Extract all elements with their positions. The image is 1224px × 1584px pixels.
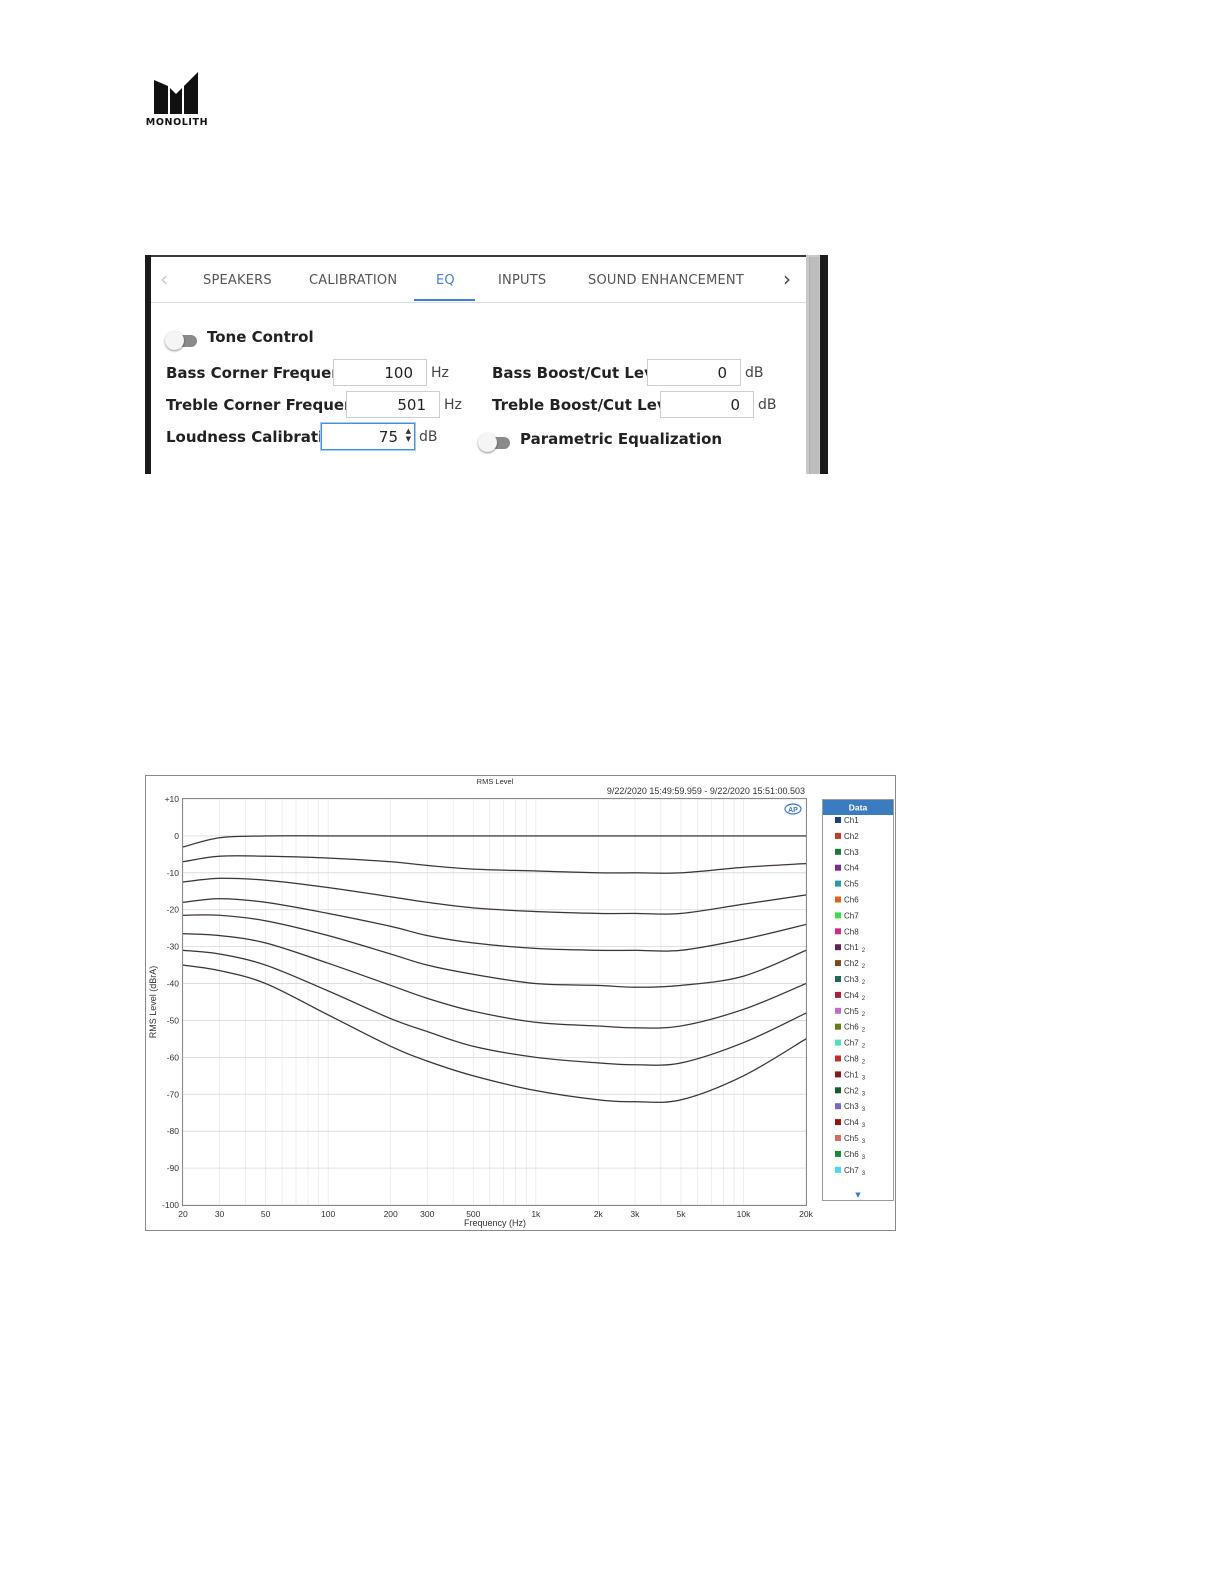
- chevron-left-icon[interactable]: ‹: [160, 267, 168, 291]
- treble-boost-cut-label: Treble Boost/Cut Level:: [492, 396, 688, 414]
- x-tick-label: 100: [321, 1209, 335, 1219]
- legend-swatch: [835, 944, 841, 951]
- chevron-right-icon[interactable]: ›: [783, 267, 791, 291]
- y-axis-label: RMS Level (dBrA): [148, 966, 158, 1039]
- y-tick-label: -90: [167, 1163, 180, 1173]
- legend-swatch: [835, 991, 841, 998]
- x-tick-label: 30: [215, 1209, 225, 1219]
- x-tick-label: 20k: [799, 1209, 813, 1219]
- bass-boost-cut-unit: dB: [745, 365, 764, 381]
- monolith-logo: MONOLITH: [144, 72, 210, 128]
- legend-swatch: [835, 832, 841, 839]
- legend-swatch: [835, 848, 841, 855]
- svg-text:AP: AP: [788, 807, 798, 814]
- legend-swatch: [835, 1087, 841, 1094]
- tab-eq[interactable]: EQ: [436, 273, 455, 288]
- monolith-logo-wordmark: MONOLITH: [145, 117, 209, 128]
- y-tick-label: -70: [167, 1089, 180, 1099]
- x-tick-label: 3k: [630, 1209, 640, 1219]
- legend-swatch: [835, 817, 841, 823]
- spinner-arrows-icon[interactable]: ▲ ▼: [406, 427, 411, 443]
- chart-title: RMS Level: [477, 777, 514, 786]
- y-tick-label: -40: [167, 979, 180, 989]
- active-tab-indicator: [414, 299, 475, 301]
- legend-swatch: [835, 1150, 841, 1157]
- tab-speakers[interactable]: SPEAKERS: [203, 273, 272, 288]
- legend-item-label[interactable]: Ch7: [844, 911, 859, 920]
- tab-sound-enhancement[interactable]: SOUND ENHANCEMENT: [588, 273, 744, 288]
- tab-inputs[interactable]: INPUTS: [498, 273, 546, 288]
- x-tick-label: 2k: [594, 1209, 604, 1219]
- legend-swatch: [835, 864, 841, 871]
- legend-swatch: [835, 1007, 841, 1014]
- bass-corner-frequency-unit: Hz: [431, 365, 449, 381]
- legend-item-label[interactable]: Ch1: [844, 816, 859, 825]
- legend-swatch: [835, 1055, 841, 1062]
- y-tick-label: -20: [167, 905, 180, 915]
- legend-scroll-down-icon[interactable]: ▼: [855, 1191, 861, 1199]
- legend: Data Ch1Ch2Ch3Ch4Ch5Ch6Ch7Ch8Ch1 2Ch2 2Ch3…: [822, 799, 894, 1201]
- parametric-equalization-toggle[interactable]: [478, 431, 512, 452]
- bass-corner-frequency-input[interactable]: 100: [333, 359, 427, 386]
- rms-level-chart: RMS Level 9/22/2020 15:49:59.959 - 9/22/…: [145, 775, 896, 1231]
- chart-frame: [145, 775, 896, 1231]
- legend-swatch: [835, 976, 841, 982]
- treble-corner-frequency-input[interactable]: 501: [346, 391, 440, 418]
- legend-item-label[interactable]: Ch3: [844, 848, 859, 857]
- parametric-equalization-label: Parametric Equalization: [520, 430, 723, 448]
- x-tick-label: 300: [420, 1209, 434, 1219]
- x-tick-label: 1k: [531, 1209, 541, 1219]
- legend-item-label[interactable]: Ch2: [844, 832, 859, 841]
- y-tick-label: -30: [167, 942, 180, 952]
- y-tick-label: -100: [162, 1200, 179, 1210]
- y-tick-label: 0: [174, 831, 179, 841]
- x-tick-label: 5k: [676, 1209, 686, 1219]
- bass-boost-cut-input[interactable]: 0: [647, 359, 741, 386]
- monolith-logo-mark: [154, 72, 198, 114]
- treble-boost-cut-unit: dB: [758, 397, 777, 413]
- loudness-calibration-input[interactable]: 75 ▲ ▼: [321, 423, 415, 450]
- legend-swatch: [835, 928, 841, 935]
- tab-bar: ‹ SPEAKERS CALIBRATION EQ INPUTS SOUND E…: [151, 257, 806, 303]
- legend-item-label[interactable]: Ch5: [844, 880, 859, 889]
- legend-item-label[interactable]: Ch4: [844, 864, 859, 873]
- legend-swatch: [835, 896, 841, 903]
- x-tick-label: 20: [178, 1209, 188, 1219]
- y-tick-label: -60: [167, 1052, 180, 1062]
- x-tick-label: 200: [384, 1209, 398, 1219]
- tab-calibration[interactable]: CALIBRATION: [309, 273, 397, 288]
- x-tick-label: 10k: [737, 1209, 751, 1219]
- legend-swatch: [835, 1071, 841, 1078]
- treble-boost-cut-input[interactable]: 0: [660, 391, 754, 418]
- x-axis-label: Frequency (Hz): [464, 1218, 526, 1228]
- rms-level-chart-svg: RMS Level 9/22/2020 15:49:59.959 - 9/22/…: [145, 775, 896, 1231]
- tone-control-label: Tone Control: [207, 328, 314, 346]
- legend-swatch: [835, 912, 841, 919]
- legend-title: Data: [849, 803, 868, 813]
- legend-swatch: [835, 1103, 841, 1110]
- y-tick-label: -10: [167, 868, 180, 878]
- legend-swatch: [835, 1119, 841, 1126]
- x-tick-label: 50: [261, 1209, 271, 1219]
- legend-swatch: [835, 880, 841, 887]
- legend-item-label[interactable]: Ch8: [844, 927, 859, 936]
- eq-settings-panel: ‹ SPEAKERS CALIBRATION EQ INPUTS SOUND E…: [145, 255, 828, 474]
- y-tick-label: -80: [167, 1126, 180, 1136]
- tone-control-toggle[interactable]: [165, 329, 199, 350]
- loudness-calibration-value: 75: [378, 428, 398, 446]
- y-tick-label: +10: [165, 794, 180, 804]
- legend-swatch: [835, 1166, 841, 1173]
- chart-timestamp: 9/22/2020 15:49:59.959 - 9/22/2020 15:51…: [607, 786, 805, 796]
- treble-corner-frequency-unit: Hz: [444, 397, 462, 413]
- legend-item-label[interactable]: Ch6: [844, 896, 859, 905]
- scrollbar-thumb[interactable]: [809, 257, 819, 474]
- loudness-calibration-unit: dB: [419, 429, 438, 445]
- legend-swatch: [835, 1039, 841, 1046]
- legend-swatch: [835, 1023, 841, 1030]
- legend-swatch: [835, 960, 841, 967]
- legend-swatch: [835, 1135, 841, 1141]
- y-tick-label: -50: [167, 1015, 180, 1025]
